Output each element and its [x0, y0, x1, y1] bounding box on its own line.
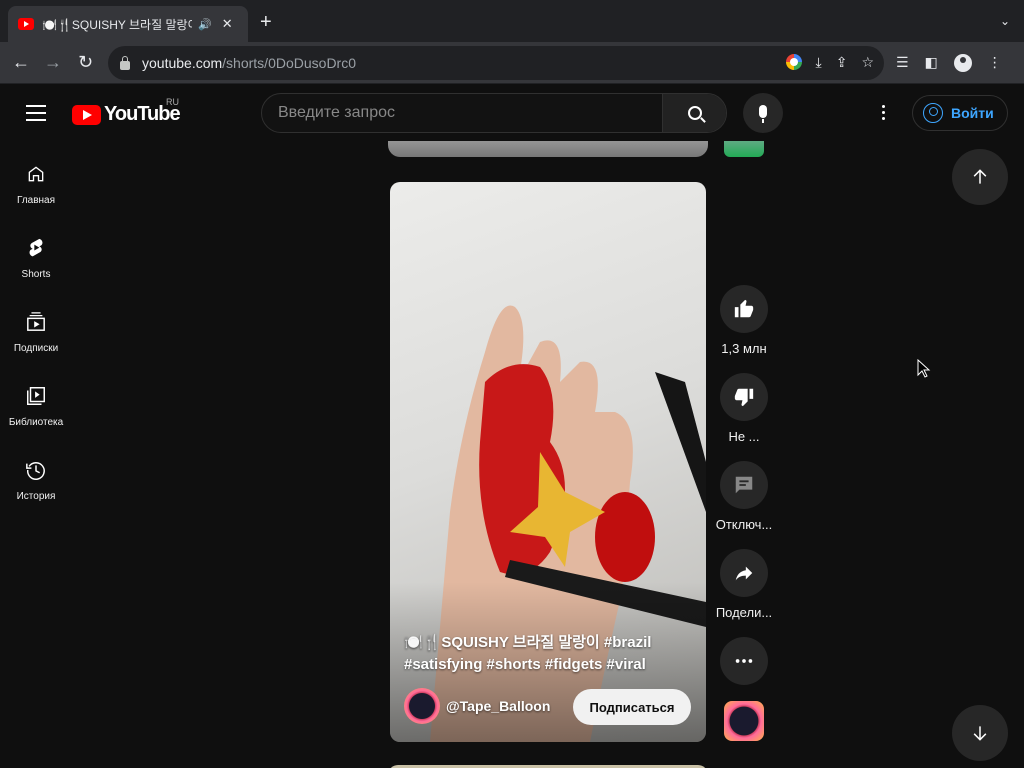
arrow-up-icon: [973, 169, 987, 184]
profile-avatar-icon[interactable]: [953, 54, 972, 72]
share-action: Подели...: [708, 549, 780, 637]
sign-in-button[interactable]: Войти: [912, 95, 1008, 131]
short-actions: 1,3 млн Не ... Отключ... Подели...: [708, 285, 780, 741]
subscriptions-icon: [25, 311, 47, 333]
previous-short-thumbnail[interactable]: [388, 141, 708, 157]
like-count: 1,3 млн: [721, 341, 767, 356]
microphone-icon: [759, 104, 767, 123]
sign-in-label: Войти: [951, 105, 994, 121]
comments-action: Отключ...: [708, 461, 780, 549]
comments-button[interactable]: [720, 461, 768, 509]
voice-search-button[interactable]: [743, 93, 783, 133]
settings-menu-icon[interactable]: [882, 105, 886, 123]
sidebar-item-subscriptions[interactable]: Подписки: [0, 289, 72, 363]
side-panel-icon[interactable]: ◧: [925, 54, 938, 72]
back-button[interactable]: ←: [12, 52, 30, 72]
library-icon: [25, 385, 47, 407]
sound-channel-avatar[interactable]: [724, 701, 764, 741]
more-horizontal-icon: [735, 659, 753, 663]
mouse-cursor-icon: [917, 359, 931, 378]
close-tab-icon[interactable]: ✕: [222, 16, 233, 32]
region-code: RU: [166, 97, 179, 107]
speaker-icon[interactable]: 🔊: [198, 18, 212, 31]
youtube-favicon-icon: [18, 18, 34, 30]
sidebar-item-label: Подписки: [13, 343, 59, 354]
google-lens-icon[interactable]: [785, 54, 802, 70]
account-icon: [923, 103, 943, 123]
install-app-icon[interactable]: ⤓: [816, 54, 822, 71]
dislike-label: Не ...: [728, 429, 760, 444]
tab-title: 🍽️🍴SQUISHY 브라질 말랑이 #brazil: [42, 17, 192, 32]
sidebar-item-label: Shorts: [21, 269, 51, 280]
search-icon: [687, 106, 702, 120]
sidebar-item-label: Главная: [16, 195, 56, 206]
shorts-feed: 🍽️🍴SQUISHY 브라질 말랑이 #brazil #satisfying #…: [0, 141, 1024, 768]
sidebar-item-library[interactable]: Библиотека: [0, 363, 72, 437]
sidebar-item-label: Библиотека: [8, 417, 64, 428]
sidebar-item-shorts[interactable]: Shorts: [0, 215, 72, 289]
dislike-button[interactable]: [720, 373, 768, 421]
search-box: [261, 93, 727, 133]
mini-guide-sidebar: Главная Shorts Подписки Библиотека Истор…: [0, 141, 72, 511]
previous-short-button[interactable]: [952, 149, 1008, 205]
like-action: 1,3 млн: [708, 285, 780, 373]
browser-tab-strip: 🍽️🍴SQUISHY 브라질 말랑이 #brazil 🔊 ✕ + ⌄: [0, 0, 1024, 42]
address-bar[interactable]: youtube.com/shorts/0DoDusoDrc0 ⤓ ⇪ ☆: [108, 46, 884, 80]
tab-search-chevron-icon[interactable]: ⌄: [1000, 14, 1010, 28]
subscribe-button[interactable]: Подписаться: [573, 689, 691, 725]
lock-icon[interactable]: [120, 55, 130, 70]
share-icon[interactable]: ⇪: [836, 54, 848, 71]
home-icon: [25, 163, 47, 185]
channel-info[interactable]: @Tape_Balloon: [404, 688, 550, 724]
share-arrow-icon: [735, 566, 753, 581]
sidebar-item-label: История: [16, 491, 56, 502]
thumbs-up-icon: [734, 299, 754, 318]
channel-avatar[interactable]: [404, 688, 440, 724]
menu-icon[interactable]: [26, 105, 46, 126]
short-caption[interactable]: 🍽️🍴SQUISHY 브라질 말랑이 #brazil #satisfying #…: [404, 632, 694, 676]
browser-tab[interactable]: 🍽️🍴SQUISHY 브라질 말랑이 #brazil 🔊 ✕: [8, 6, 248, 42]
url-host: youtube.com: [142, 55, 223, 71]
browser-toolbar: ← → ↻ youtube.com/shorts/0DoDusoDrc0 ⤓ ⇪…: [0, 42, 1024, 84]
next-short-button[interactable]: [952, 705, 1008, 761]
comments-label: Отключ...: [715, 517, 773, 532]
share-label: Подели...: [715, 605, 773, 620]
channel-name[interactable]: @Tape_Balloon: [446, 698, 550, 714]
new-tab-button[interactable]: +: [260, 12, 272, 32]
browser-menu-icon[interactable]: ⋮: [988, 54, 1002, 72]
reading-list-icon[interactable]: ☰: [896, 54, 909, 72]
forward-button[interactable]: →: [44, 52, 62, 72]
shorts-icon: [25, 237, 47, 259]
short-video-player[interactable]: 🍽️🍴SQUISHY 브라질 말랑이 #brazil #satisfying #…: [390, 182, 706, 742]
more-options-button[interactable]: [720, 637, 768, 685]
dislike-action: Не ...: [708, 373, 780, 461]
search-button[interactable]: [662, 94, 726, 132]
previous-short-avatar[interactable]: [724, 141, 764, 157]
bookmark-star-icon[interactable]: ☆: [861, 54, 874, 71]
sidebar-item-history[interactable]: История: [0, 437, 72, 511]
arrow-down-icon: [973, 726, 987, 741]
youtube-header: YouTube RU Войти: [0, 85, 1024, 141]
youtube-play-icon: [72, 104, 101, 125]
search-input[interactable]: [262, 94, 662, 132]
url-path: /shorts/0DoDusoDrc0: [222, 55, 356, 71]
thumbs-down-icon: [734, 388, 754, 407]
share-button[interactable]: [720, 549, 768, 597]
youtube-logo[interactable]: YouTube RU: [72, 97, 181, 126]
reload-button[interactable]: ↻: [78, 52, 93, 72]
comment-icon: [735, 476, 753, 494]
sidebar-item-home[interactable]: Главная: [0, 141, 72, 215]
history-icon: [25, 459, 47, 481]
like-button[interactable]: [720, 285, 768, 333]
